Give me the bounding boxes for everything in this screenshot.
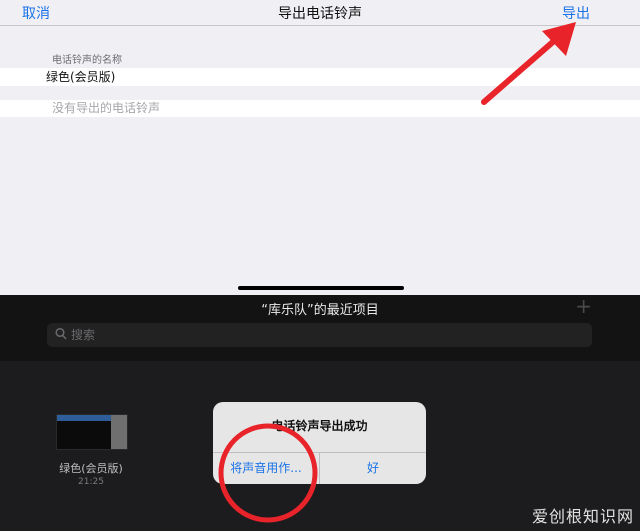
project-file[interactable]: 绿色(会员版) 21:25 [50, 414, 132, 487]
recent-projects-title: “库乐队”的最近项目 [261, 303, 379, 318]
plus-icon[interactable]: + [575, 295, 592, 317]
empty-list-text: 没有导出的电话铃声 [52, 101, 161, 115]
recent-projects-header: “库乐队”的最近项目 + 搜索 [0, 295, 640, 361]
red-arrow-annotation [481, 22, 576, 105]
search-input[interactable]: 搜索 [47, 323, 592, 347]
export-ringtone-sheet: 取消 导出电话铃声 导出 电话铃声的名称 绿色(会员版) 没有导出的电话铃声 [0, 0, 640, 295]
search-icon [55, 327, 67, 340]
project-time: 21:25 [78, 477, 104, 487]
search-placeholder: 搜索 [71, 328, 96, 342]
ok-button[interactable]: 好 [320, 453, 426, 484]
red-circle-annotation [218, 423, 318, 523]
project-name: 绿色(会员版) [59, 462, 123, 475]
ringtone-name-label: 电话铃声的名称 [52, 55, 122, 66]
thumbnail-corner [111, 415, 127, 449]
home-indicator [238, 286, 404, 290]
project-thumbnail[interactable] [56, 414, 128, 450]
watermark-text: 爱创根知识网 [531, 507, 634, 526]
ringtone-name-value[interactable]: 绿色(会员版) [46, 68, 115, 86]
